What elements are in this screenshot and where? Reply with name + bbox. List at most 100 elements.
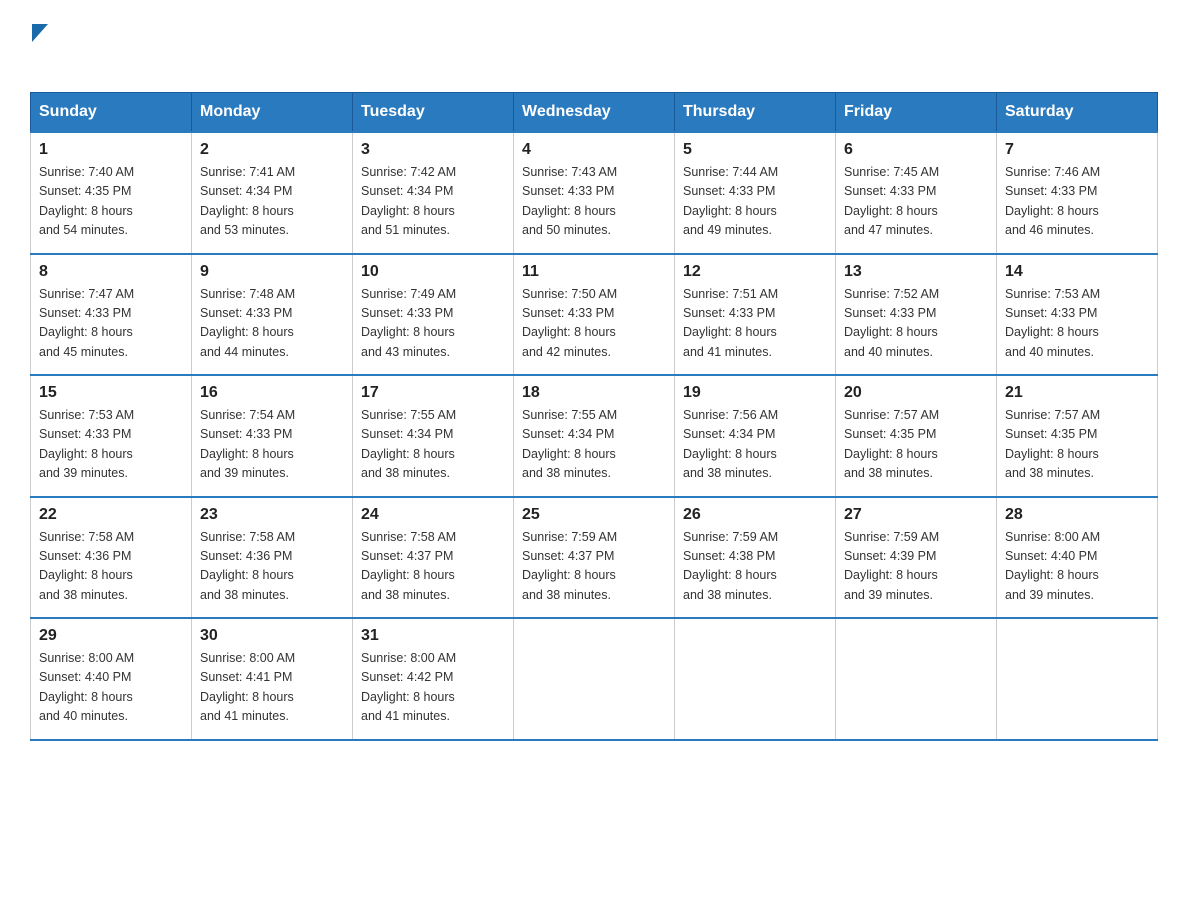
- calendar-cell: 1 Sunrise: 7:40 AMSunset: 4:35 PMDayligh…: [31, 132, 192, 254]
- header-monday: Monday: [192, 93, 353, 133]
- header-thursday: Thursday: [675, 93, 836, 133]
- day-number: 14: [1005, 263, 1149, 281]
- calendar-week-row: 15 Sunrise: 7:53 AMSunset: 4:33 PMDaylig…: [31, 375, 1158, 497]
- calendar-cell: 15 Sunrise: 7:53 AMSunset: 4:33 PMDaylig…: [31, 375, 192, 497]
- day-info: Sunrise: 7:55 AMSunset: 4:34 PMDaylight:…: [522, 408, 617, 480]
- day-number: 26: [683, 506, 827, 524]
- calendar-cell: 28 Sunrise: 8:00 AMSunset: 4:40 PMDaylig…: [997, 497, 1158, 619]
- calendar-week-row: 8 Sunrise: 7:47 AMSunset: 4:33 PMDayligh…: [31, 254, 1158, 376]
- empty-cell: [836, 618, 997, 740]
- day-number: 31: [361, 627, 505, 645]
- day-number: 1: [39, 141, 183, 159]
- calendar-cell: 7 Sunrise: 7:46 AMSunset: 4:33 PMDayligh…: [997, 132, 1158, 254]
- day-number: 4: [522, 141, 666, 159]
- header-saturday: Saturday: [997, 93, 1158, 133]
- day-info: Sunrise: 7:57 AMSunset: 4:35 PMDaylight:…: [1005, 408, 1100, 480]
- day-number: 28: [1005, 506, 1149, 524]
- logo-arrow-icon: [32, 24, 48, 42]
- day-number: 6: [844, 141, 988, 159]
- day-number: 3: [361, 141, 505, 159]
- calendar-week-row: 22 Sunrise: 7:58 AMSunset: 4:36 PMDaylig…: [31, 497, 1158, 619]
- day-info: Sunrise: 7:58 AMSunset: 4:37 PMDaylight:…: [361, 530, 456, 602]
- day-info: Sunrise: 7:43 AMSunset: 4:33 PMDaylight:…: [522, 165, 617, 237]
- day-info: Sunrise: 8:00 AMSunset: 4:41 PMDaylight:…: [200, 651, 295, 723]
- day-info: Sunrise: 7:58 AMSunset: 4:36 PMDaylight:…: [200, 530, 295, 602]
- day-info: Sunrise: 7:42 AMSunset: 4:34 PMDaylight:…: [361, 165, 456, 237]
- day-info: Sunrise: 7:49 AMSunset: 4:33 PMDaylight:…: [361, 287, 456, 359]
- header-sunday: Sunday: [31, 93, 192, 133]
- day-info: Sunrise: 7:41 AMSunset: 4:34 PMDaylight:…: [200, 165, 295, 237]
- calendar-cell: 18 Sunrise: 7:55 AMSunset: 4:34 PMDaylig…: [514, 375, 675, 497]
- day-info: Sunrise: 7:59 AMSunset: 4:37 PMDaylight:…: [522, 530, 617, 602]
- day-number: 18: [522, 384, 666, 402]
- calendar-cell: 10 Sunrise: 7:49 AMSunset: 4:33 PMDaylig…: [353, 254, 514, 376]
- day-number: 10: [361, 263, 505, 281]
- calendar-cell: 20 Sunrise: 7:57 AMSunset: 4:35 PMDaylig…: [836, 375, 997, 497]
- calendar-cell: 13 Sunrise: 7:52 AMSunset: 4:33 PMDaylig…: [836, 254, 997, 376]
- day-info: Sunrise: 7:55 AMSunset: 4:34 PMDaylight:…: [361, 408, 456, 480]
- empty-cell: [514, 618, 675, 740]
- calendar-cell: 8 Sunrise: 7:47 AMSunset: 4:33 PMDayligh…: [31, 254, 192, 376]
- header-friday: Friday: [836, 93, 997, 133]
- day-number: 27: [844, 506, 988, 524]
- calendar-cell: 27 Sunrise: 7:59 AMSunset: 4:39 PMDaylig…: [836, 497, 997, 619]
- day-number: 7: [1005, 141, 1149, 159]
- day-info: Sunrise: 7:59 AMSunset: 4:38 PMDaylight:…: [683, 530, 778, 602]
- header-tuesday: Tuesday: [353, 93, 514, 133]
- calendar-header-row: SundayMondayTuesdayWednesdayThursdayFrid…: [31, 93, 1158, 133]
- day-info: Sunrise: 7:40 AMSunset: 4:35 PMDaylight:…: [39, 165, 134, 237]
- calendar-cell: 2 Sunrise: 7:41 AMSunset: 4:34 PMDayligh…: [192, 132, 353, 254]
- calendar-cell: 22 Sunrise: 7:58 AMSunset: 4:36 PMDaylig…: [31, 497, 192, 619]
- calendar-cell: 21 Sunrise: 7:57 AMSunset: 4:35 PMDaylig…: [997, 375, 1158, 497]
- day-number: 23: [200, 506, 344, 524]
- calendar-cell: 31 Sunrise: 8:00 AMSunset: 4:42 PMDaylig…: [353, 618, 514, 740]
- calendar-cell: 11 Sunrise: 7:50 AMSunset: 4:33 PMDaylig…: [514, 254, 675, 376]
- calendar-cell: 4 Sunrise: 7:43 AMSunset: 4:33 PMDayligh…: [514, 132, 675, 254]
- calendar-cell: 17 Sunrise: 7:55 AMSunset: 4:34 PMDaylig…: [353, 375, 514, 497]
- day-number: 17: [361, 384, 505, 402]
- day-info: Sunrise: 7:50 AMSunset: 4:33 PMDaylight:…: [522, 287, 617, 359]
- day-info: Sunrise: 7:48 AMSunset: 4:33 PMDaylight:…: [200, 287, 295, 359]
- day-info: Sunrise: 7:54 AMSunset: 4:33 PMDaylight:…: [200, 408, 295, 480]
- calendar-table: SundayMondayTuesdayWednesdayThursdayFrid…: [30, 92, 1158, 741]
- calendar-cell: 24 Sunrise: 7:58 AMSunset: 4:37 PMDaylig…: [353, 497, 514, 619]
- empty-cell: [997, 618, 1158, 740]
- day-number: 9: [200, 263, 344, 281]
- day-number: 5: [683, 141, 827, 159]
- day-number: 25: [522, 506, 666, 524]
- day-info: Sunrise: 7:53 AMSunset: 4:33 PMDaylight:…: [39, 408, 134, 480]
- day-number: 2: [200, 141, 344, 159]
- calendar-cell: 6 Sunrise: 7:45 AMSunset: 4:33 PMDayligh…: [836, 132, 997, 254]
- day-info: Sunrise: 7:44 AMSunset: 4:33 PMDaylight:…: [683, 165, 778, 237]
- calendar-cell: 26 Sunrise: 7:59 AMSunset: 4:38 PMDaylig…: [675, 497, 836, 619]
- day-info: Sunrise: 7:46 AMSunset: 4:33 PMDaylight:…: [1005, 165, 1100, 237]
- day-number: 15: [39, 384, 183, 402]
- day-info: Sunrise: 7:45 AMSunset: 4:33 PMDaylight:…: [844, 165, 939, 237]
- calendar-cell: 30 Sunrise: 8:00 AMSunset: 4:41 PMDaylig…: [192, 618, 353, 740]
- logo: [30, 20, 48, 72]
- calendar-week-row: 29 Sunrise: 8:00 AMSunset: 4:40 PMDaylig…: [31, 618, 1158, 740]
- day-number: 29: [39, 627, 183, 645]
- calendar-cell: 23 Sunrise: 7:58 AMSunset: 4:36 PMDaylig…: [192, 497, 353, 619]
- day-number: 13: [844, 263, 988, 281]
- header-wednesday: Wednesday: [514, 93, 675, 133]
- day-info: Sunrise: 7:52 AMSunset: 4:33 PMDaylight:…: [844, 287, 939, 359]
- calendar-cell: 12 Sunrise: 7:51 AMSunset: 4:33 PMDaylig…: [675, 254, 836, 376]
- day-number: 21: [1005, 384, 1149, 402]
- day-number: 12: [683, 263, 827, 281]
- day-number: 30: [200, 627, 344, 645]
- calendar-cell: 9 Sunrise: 7:48 AMSunset: 4:33 PMDayligh…: [192, 254, 353, 376]
- calendar-week-row: 1 Sunrise: 7:40 AMSunset: 4:35 PMDayligh…: [31, 132, 1158, 254]
- day-info: Sunrise: 7:57 AMSunset: 4:35 PMDaylight:…: [844, 408, 939, 480]
- empty-cell: [675, 618, 836, 740]
- day-info: Sunrise: 7:59 AMSunset: 4:39 PMDaylight:…: [844, 530, 939, 602]
- day-info: Sunrise: 8:00 AMSunset: 4:42 PMDaylight:…: [361, 651, 456, 723]
- day-info: Sunrise: 7:58 AMSunset: 4:36 PMDaylight:…: [39, 530, 134, 602]
- calendar-cell: 29 Sunrise: 8:00 AMSunset: 4:40 PMDaylig…: [31, 618, 192, 740]
- day-info: Sunrise: 7:47 AMSunset: 4:33 PMDaylight:…: [39, 287, 134, 359]
- day-number: 8: [39, 263, 183, 281]
- calendar-cell: 5 Sunrise: 7:44 AMSunset: 4:33 PMDayligh…: [675, 132, 836, 254]
- calendar-cell: 3 Sunrise: 7:42 AMSunset: 4:34 PMDayligh…: [353, 132, 514, 254]
- day-info: Sunrise: 7:53 AMSunset: 4:33 PMDaylight:…: [1005, 287, 1100, 359]
- day-info: Sunrise: 8:00 AMSunset: 4:40 PMDaylight:…: [1005, 530, 1100, 602]
